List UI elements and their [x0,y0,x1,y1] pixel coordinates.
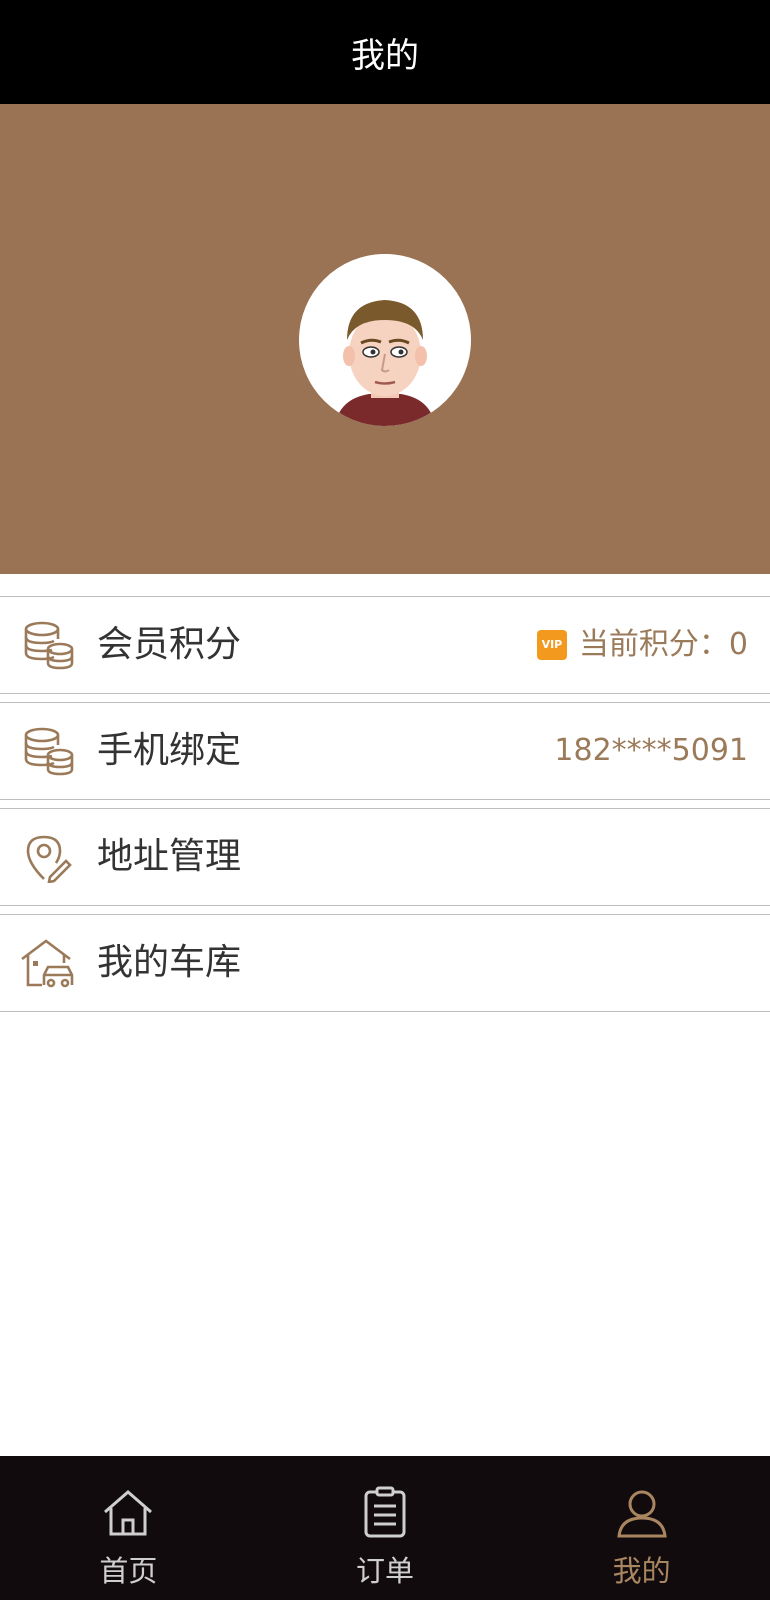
menu-item-phone-binding[interactable]: 手机绑定 182****5091 [0,702,770,800]
home-icon [104,1490,153,1536]
app-screen: 我的 会员积分 VIP 当前积分：0 手机绑定 182****5091 地址管理… [0,0,770,1600]
points-value: 当前积分：0 [578,627,748,662]
tab-label: 首页 [99,1554,158,1588]
order-list-icon [364,1486,406,1538]
avatar-image [299,254,471,426]
bottom-tab-bar: 首页 订单 我的 [0,1456,770,1600]
vip-icon: VIP [536,630,567,660]
phone-number-value: 182****5091 [554,733,748,768]
garage-icon [21,939,74,988]
menu-list: 会员积分 VIP 当前积分：0 手机绑定 182****5091 地址管理 我的… [0,596,770,1020]
profile-banner [0,104,770,574]
menu-item-address-management[interactable]: 地址管理 [0,808,770,906]
tab-label: 订单 [356,1554,415,1588]
tab-mine[interactable]: 我的 [513,1456,770,1600]
phone-number: 182****5091 [554,703,748,799]
menu-item-member-points[interactable]: 会员积分 VIP 当前积分：0 [0,596,770,694]
points-info: VIP 当前积分：0 [536,597,748,693]
tab-home[interactable]: 首页 [0,1456,257,1600]
coins-icon [24,621,74,670]
menu-item-label: 地址管理 [97,836,242,877]
menu-item-label: 会员积分 [97,624,242,665]
menu-item-label: 我的车库 [97,942,242,983]
menu-item-label: 手机绑定 [97,730,242,771]
user-avatar[interactable] [299,254,471,426]
tab-label: 我的 [612,1554,671,1588]
page-title: 我的 [351,35,419,76]
tab-orders[interactable]: 订单 [257,1456,514,1600]
top-bar: 我的 [0,0,770,104]
coins-icon [24,727,74,776]
menu-item-my-garage[interactable]: 我的车库 [0,914,770,1012]
user-icon [616,1490,667,1538]
location-edit-icon [26,835,72,883]
